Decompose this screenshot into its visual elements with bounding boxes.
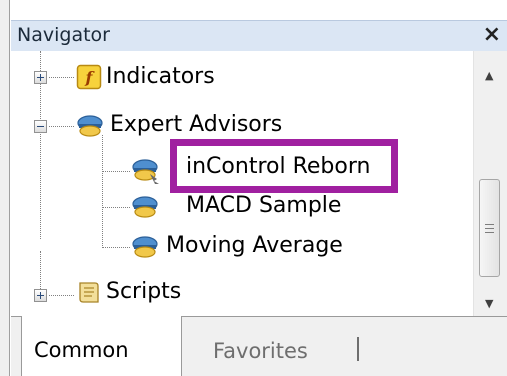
tree-item-indicators[interactable]: Indicators bbox=[106, 64, 215, 89]
expand-indicators-button[interactable] bbox=[34, 71, 47, 84]
expert-advisor-icon bbox=[77, 115, 103, 137]
scroll-down-icon[interactable]: ▼ bbox=[485, 297, 493, 310]
tab-common[interactable]: Common bbox=[21, 316, 182, 376]
scroll-thumb[interactable] bbox=[479, 179, 500, 277]
title-bar: Navigator × bbox=[11, 20, 507, 52]
grip-line bbox=[485, 224, 494, 225]
tab-separator bbox=[357, 337, 359, 361]
expert-advisor-icon bbox=[132, 196, 158, 218]
script-icon bbox=[79, 282, 99, 303]
left-border bbox=[0, 0, 10, 376]
window-title: Navigator bbox=[17, 24, 110, 46]
vertical-scrollbar[interactable]: ▲ ▼ bbox=[473, 51, 507, 316]
expand-scripts-button[interactable] bbox=[34, 289, 47, 302]
tree-item-macd-sample[interactable]: MACD Sample bbox=[186, 193, 341, 218]
tree-line bbox=[49, 295, 74, 296]
grip-line bbox=[485, 228, 494, 229]
tree-item-moving-average[interactable]: Moving Average bbox=[166, 233, 343, 258]
close-icon[interactable]: × bbox=[483, 22, 501, 47]
tree-item-scripts[interactable]: Scripts bbox=[106, 279, 181, 304]
tree-item-incontrol-reborn[interactable]: inControl Reborn bbox=[186, 154, 370, 179]
navigator-window: Navigator × f Indicators Expert Advisors bbox=[0, 0, 507, 376]
tree-line bbox=[49, 126, 74, 127]
function-icon: f bbox=[76, 64, 102, 90]
tree-item-expert-advisors[interactable]: Expert Advisors bbox=[110, 112, 282, 137]
tree-line bbox=[102, 171, 130, 172]
tree-line bbox=[102, 247, 130, 248]
tree-line bbox=[49, 77, 74, 78]
tab-favorites[interactable]: Favorites bbox=[213, 339, 308, 363]
highlight-box: inControl Reborn bbox=[170, 139, 398, 193]
tree-line bbox=[40, 251, 41, 291]
expert-advisor-icon bbox=[132, 159, 159, 184]
collapse-expert-advisors-button[interactable] bbox=[34, 120, 47, 133]
tree-line bbox=[102, 207, 130, 208]
expert-advisor-icon bbox=[132, 236, 158, 258]
tree-line bbox=[102, 135, 103, 248]
scroll-up-icon[interactable]: ▲ bbox=[485, 69, 493, 82]
tab-common-label: Common bbox=[34, 338, 129, 362]
grip-line bbox=[485, 232, 494, 233]
tab-bar: Common Favorites bbox=[11, 316, 507, 376]
